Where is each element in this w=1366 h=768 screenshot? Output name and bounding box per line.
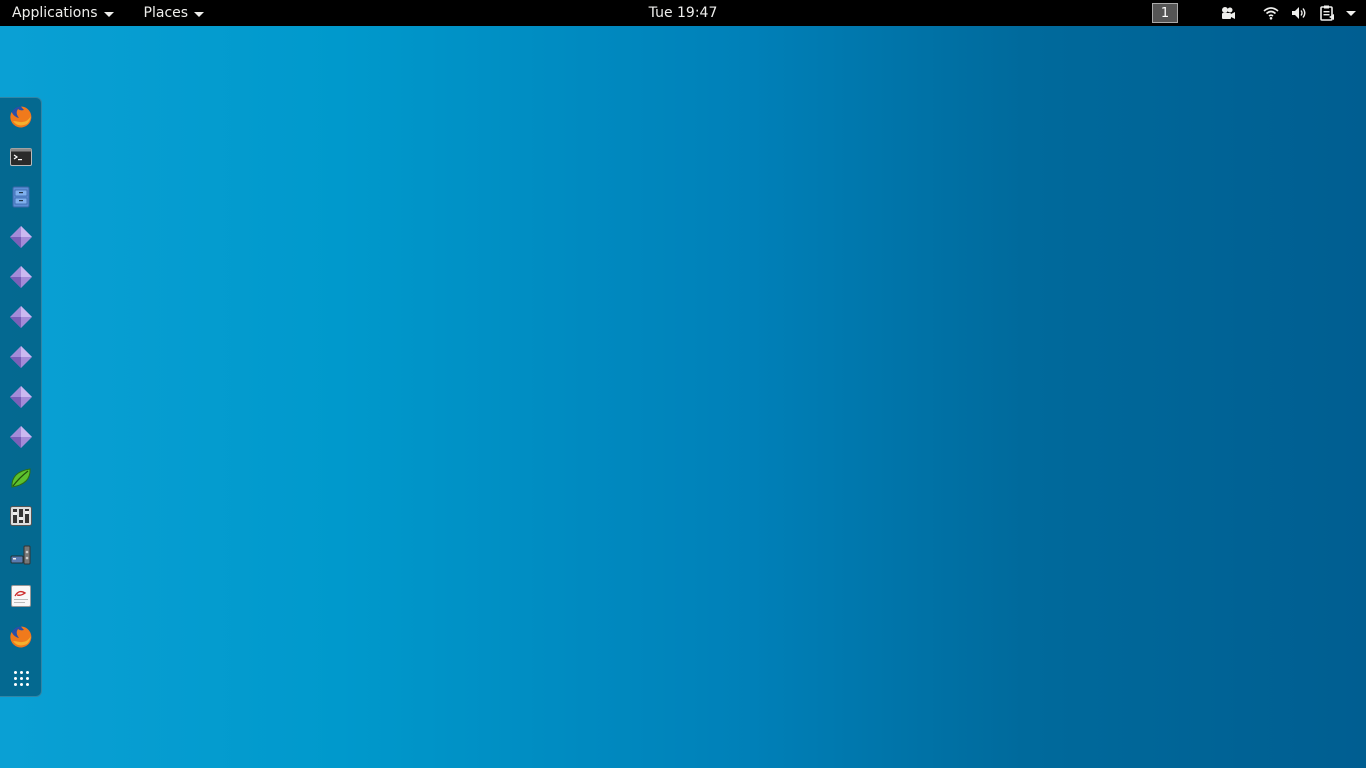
grid-icon	[13, 670, 29, 686]
chevron-down-icon	[103, 11, 114, 17]
firefox-icon[interactable]	[7, 623, 35, 651]
applications-menu-button[interactable]: Applications	[0, 0, 126, 26]
app-diamond-icon[interactable]	[7, 383, 35, 411]
camera-icon[interactable]	[1216, 2, 1238, 24]
chevron-down-icon[interactable]	[1346, 10, 1356, 16]
workspace-indicator[interactable]: 1	[1152, 3, 1178, 23]
wifi-icon[interactable]	[1260, 2, 1282, 24]
top-panel: Applications Places Tue 19:47 1	[0, 0, 1366, 26]
app-diamond-icon[interactable]	[7, 423, 35, 451]
leaf-app-icon[interactable]	[7, 464, 35, 492]
app-diamond-icon[interactable]	[7, 223, 35, 251]
applications-menu-label: Applications	[12, 5, 98, 21]
volume-icon[interactable]	[1288, 2, 1310, 24]
clipboard-icon[interactable]	[1316, 2, 1338, 24]
places-menu-label: Places	[143, 5, 189, 21]
app-diamond-icon[interactable]	[7, 303, 35, 331]
clock-button[interactable]: Tue 19:47	[649, 5, 718, 21]
firefox-icon[interactable]	[7, 103, 35, 131]
places-menu-button[interactable]: Places	[132, 0, 217, 26]
workspace-number: 1	[1160, 5, 1170, 21]
file-manager-icon[interactable]	[7, 183, 35, 211]
system-tray: 1	[1152, 0, 1356, 26]
app-diamond-icon[interactable]	[7, 263, 35, 291]
mixer-icon[interactable]	[7, 502, 35, 530]
network-tool-icon[interactable]	[7, 542, 35, 570]
terminal-icon[interactable]	[7, 143, 35, 171]
show-applications-icon[interactable]	[7, 664, 35, 692]
dash-dock	[0, 97, 42, 697]
text-editor-icon[interactable]	[7, 582, 35, 610]
chevron-down-icon	[194, 11, 205, 17]
app-diamond-icon[interactable]	[7, 343, 35, 371]
